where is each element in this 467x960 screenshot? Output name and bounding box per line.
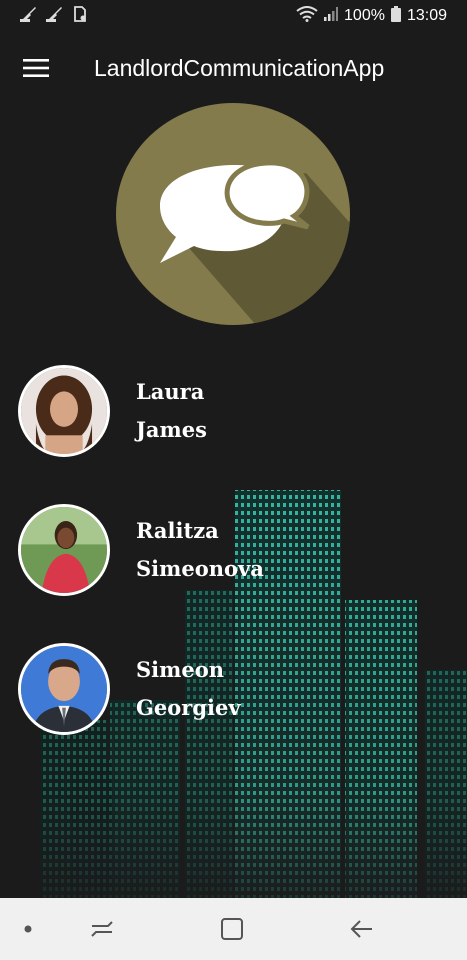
wifi-icon bbox=[296, 5, 318, 27]
contact-name: Simeon Georgiev bbox=[136, 651, 241, 727]
chat-logo bbox=[116, 103, 350, 325]
broom-icon bbox=[46, 6, 64, 27]
battery-percent: 100% bbox=[344, 7, 385, 24]
first-name: Simeon bbox=[136, 657, 224, 682]
first-name: Laura bbox=[136, 379, 205, 404]
hamburger-menu-icon[interactable] bbox=[0, 32, 72, 104]
last-name: James bbox=[136, 417, 207, 442]
app-title: LandlordCommunicationApp bbox=[94, 54, 385, 81]
battery-icon bbox=[390, 5, 401, 27]
clock: 13:09 bbox=[406, 7, 447, 24]
back-icon[interactable] bbox=[340, 898, 384, 960]
avatar bbox=[18, 504, 110, 596]
first-name: Ralitza bbox=[136, 518, 219, 543]
contact-item-simeon-georgiev[interactable]: Simeon Georgiev bbox=[18, 643, 241, 735]
contact-name: Ralitza Simeonova bbox=[136, 512, 264, 588]
last-name: Georgiev bbox=[136, 695, 241, 720]
system-status: 100% 13:09 bbox=[296, 5, 447, 27]
contact-item-ralitza-simeonova[interactable]: Ralitza Simeonova bbox=[18, 504, 264, 596]
avatar bbox=[18, 643, 110, 735]
system-nav-bar bbox=[0, 898, 467, 960]
chat-bubbles-icon bbox=[116, 103, 350, 325]
signal-icon bbox=[324, 6, 339, 26]
contact-name: Laura James bbox=[136, 373, 207, 449]
recent-apps-icon[interactable] bbox=[80, 898, 124, 960]
contact-item-laura-james[interactable]: Laura James bbox=[18, 365, 207, 457]
app-bar: LandlordCommunicationApp bbox=[0, 32, 467, 104]
status-bar: 100% 13:09 bbox=[0, 0, 467, 32]
last-name: Simeonova bbox=[136, 556, 264, 581]
sd-card-icon bbox=[72, 5, 88, 27]
broom-icon bbox=[20, 6, 38, 27]
avatar bbox=[18, 365, 110, 457]
home-icon[interactable] bbox=[210, 898, 254, 960]
notification-icons bbox=[20, 5, 88, 27]
dot-icon[interactable] bbox=[14, 898, 42, 960]
